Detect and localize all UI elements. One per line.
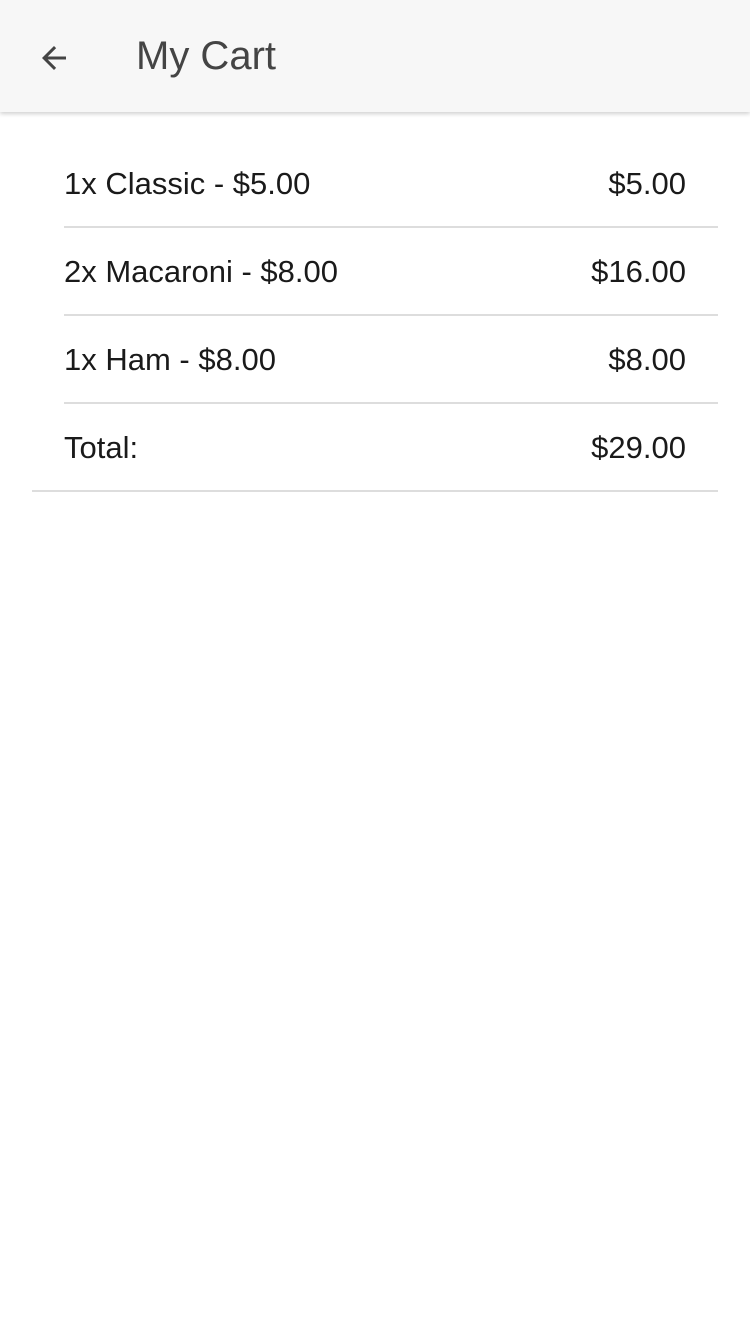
total-label: Total:	[64, 430, 139, 465]
cart-item-subtotal: $16.00	[591, 254, 686, 289]
cart-item-label: 1x Classic - $5.00	[64, 166, 311, 201]
cart-item-row: 2x Macaroni - $8.00 $16.00	[0, 228, 750, 316]
cart-screen: My Cart 1x Classic - $5.00 $5.00 2x Maca…	[0, 0, 750, 1334]
total-value: $29.00	[591, 430, 686, 465]
cart-item-subtotal: $8.00	[608, 342, 686, 377]
arrow-left-icon	[36, 40, 72, 76]
total-divider	[32, 490, 718, 492]
cart-item-label: 2x Macaroni - $8.00	[64, 254, 338, 289]
app-bar: My Cart	[0, 0, 750, 112]
cart-total-row: Total: $29.00	[0, 404, 750, 492]
back-button[interactable]	[22, 26, 86, 90]
cart-item-subtotal: $5.00	[608, 166, 686, 201]
cart-item-label: 1x Ham - $8.00	[64, 342, 276, 377]
cart-item-row: 1x Classic - $5.00 $5.00	[0, 140, 750, 228]
page-title: My Cart	[136, 34, 276, 78]
cart-item-row: 1x Ham - $8.00 $8.00	[0, 316, 750, 404]
cart-list: 1x Classic - $5.00 $5.00 2x Macaroni - $…	[0, 140, 750, 492]
